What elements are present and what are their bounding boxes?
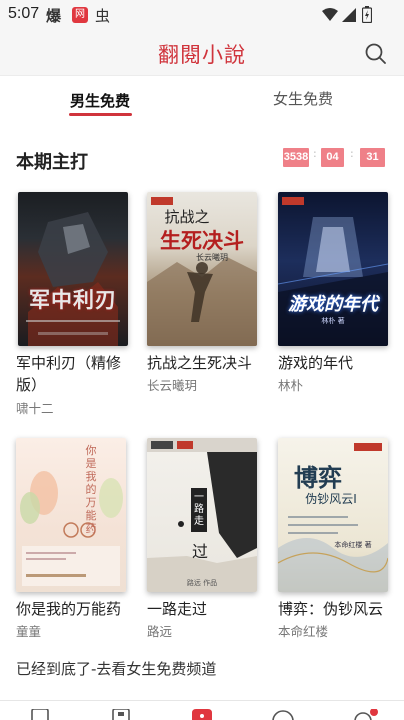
book-author: 林朴 [278,378,304,393]
book-title-line: 版） [16,376,47,394]
discover-icon[interactable] [272,709,294,720]
active-tab-indicator [69,113,132,116]
home-icon[interactable] [192,709,212,720]
status-time: 5:07 [8,5,40,22]
bookshelf-icon[interactable] [30,709,50,720]
countdown-seconds: 31 [360,148,385,167]
profile-icon[interactable] [352,709,378,720]
library-icon[interactable] [111,709,131,720]
status-app-icon: 网 [72,7,88,23]
section-title: 本期主打 [16,152,88,173]
book-cover[interactable]: 一路走 过 路远 作品 [147,438,257,592]
book-author: 童童 [16,624,42,639]
book-cover[interactable]: 游戏的年代 林朴 著 [278,192,388,346]
app-title: 翻閱小說 [158,43,246,67]
cover-title-text: 生死决斗 [160,228,244,253]
book-title: 你是我的万能药 [16,600,122,618]
cover-artwork [20,471,123,586]
app-header: 翻閱小說 [0,30,404,76]
countdown-separator: : [350,147,354,160]
book-title: 军中利刃（精修 版） [16,352,134,396]
book-cover[interactable]: 军中利刃 [18,192,128,346]
countdown-hours: 3538 [283,148,309,167]
cover-title-text: 一路走 [194,492,204,527]
book-title: 抗战之生死决斗 [147,354,253,372]
wifi-icon [322,8,338,21]
book-author: 路远 [147,624,173,639]
book-cover[interactable]: 抗战之 生死决斗 长云曦玥 [147,192,257,346]
book-cover[interactable]: 博弈 伪钞风云Ⅰ 本命红楼 著 [278,438,388,592]
end-of-list-link[interactable]: 已经到底了-去看女生免费频道 [16,658,216,679]
status-bar: 5:07 爆 网 虫 [0,0,404,30]
cover-author-text: 路远 作品 [186,579,218,587]
cover-author-text: 本命红楼 著 [334,541,372,549]
cover-author-text: 林朴 著 [321,317,345,325]
channel-tabs: 男生免费 女生免费 [0,78,404,124]
signal-icon [342,8,356,22]
tab-male-free[interactable]: 男生免费 [70,90,130,111]
battery-icon [362,6,372,23]
book-author: 啸十二 [16,401,54,416]
countdown-minutes: 04 [321,148,344,167]
status-app-icon: 虫 [95,7,111,25]
book-title: 博弈：伪钞风云 [278,600,384,618]
tab-female-free[interactable]: 女生免费 [273,88,333,109]
cover-title-text: 你是我的万能药 [85,444,97,535]
book-title: 一路走过 [147,600,208,618]
status-app-icon: 爆 [46,7,62,25]
cover-subtitle-text: 伪钞风云Ⅰ [305,492,357,506]
search-icon[interactable] [364,42,388,66]
book-title: 游戏的年代 [278,354,354,372]
book-author: 长云曦玥 [147,378,198,393]
cover-title-text: 军中利刃 [29,288,117,312]
book-title-line: 军中利刃（精修 [16,354,122,372]
cover-title-text: 过 [191,542,208,561]
book-author: 本命红楼 [278,624,329,639]
cover-author-text: 长云曦玥 [196,253,228,262]
cover-artwork [26,212,120,346]
cover-title-text: 博弈 [294,463,342,492]
cover-title-text: 抗战之 [164,208,210,226]
bottom-nav [0,700,404,720]
countdown-separator: : [313,147,317,160]
cover-title-text: 游戏的年代 [288,294,378,315]
book-cover[interactable]: 你是我的万能药 [16,438,126,592]
